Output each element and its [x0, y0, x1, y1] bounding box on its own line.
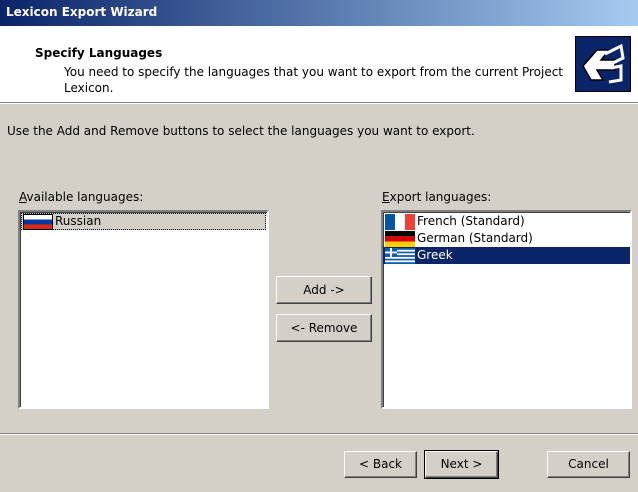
- list-item-label: French (Standard): [417, 214, 525, 228]
- export-label-accel: E: [382, 190, 390, 204]
- greece-flag-icon: [385, 248, 415, 264]
- available-label-text: vailable languages:: [26, 190, 144, 204]
- add-button[interactable]: Add ->: [276, 276, 372, 304]
- remove-button[interactable]: <- Remove: [276, 314, 372, 342]
- list-item-label: Russian: [55, 214, 102, 228]
- list-item-french[interactable]: French (Standard): [383, 213, 630, 230]
- page-description: You need to specify the languages that y…: [64, 65, 564, 95]
- title-bar[interactable]: Lexicon Export Wizard: [0, 0, 638, 26]
- export-languages-list[interactable]: French (Standard) German (Standard) Gree…: [381, 210, 632, 409]
- germany-flag-icon: [385, 231, 415, 247]
- list-item-german[interactable]: German (Standard): [383, 230, 630, 247]
- list-item-label: German (Standard): [417, 231, 533, 245]
- wizard-export-icon: [575, 36, 631, 92]
- next-button[interactable]: Next >: [424, 450, 499, 479]
- russia-flag-icon: [23, 214, 53, 230]
- window-title: Lexicon Export Wizard: [6, 5, 158, 19]
- list-item-russian[interactable]: Russian: [21, 213, 266, 230]
- export-languages-label: Export languages:: [382, 190, 491, 204]
- footer-separator: [0, 433, 638, 435]
- available-label-accel: A: [19, 190, 27, 204]
- list-item-greek[interactable]: Greek: [383, 247, 630, 264]
- instruction-text: Use the Add and Remove buttons to select…: [7, 124, 475, 138]
- export-label-text: xport languages:: [389, 190, 492, 204]
- list-item-label: Greek: [417, 248, 453, 262]
- france-flag-icon: [385, 214, 415, 230]
- available-languages-label: Available languages:: [19, 190, 143, 204]
- page-title: Specify Languages: [35, 46, 163, 60]
- wizard-header: Specify Languages You need to specify th…: [0, 26, 638, 103]
- cancel-button[interactable]: Cancel: [547, 451, 630, 478]
- header-separator: [0, 103, 638, 104]
- back-button[interactable]: < Back: [344, 451, 417, 478]
- available-languages-list[interactable]: Russian: [18, 210, 269, 409]
